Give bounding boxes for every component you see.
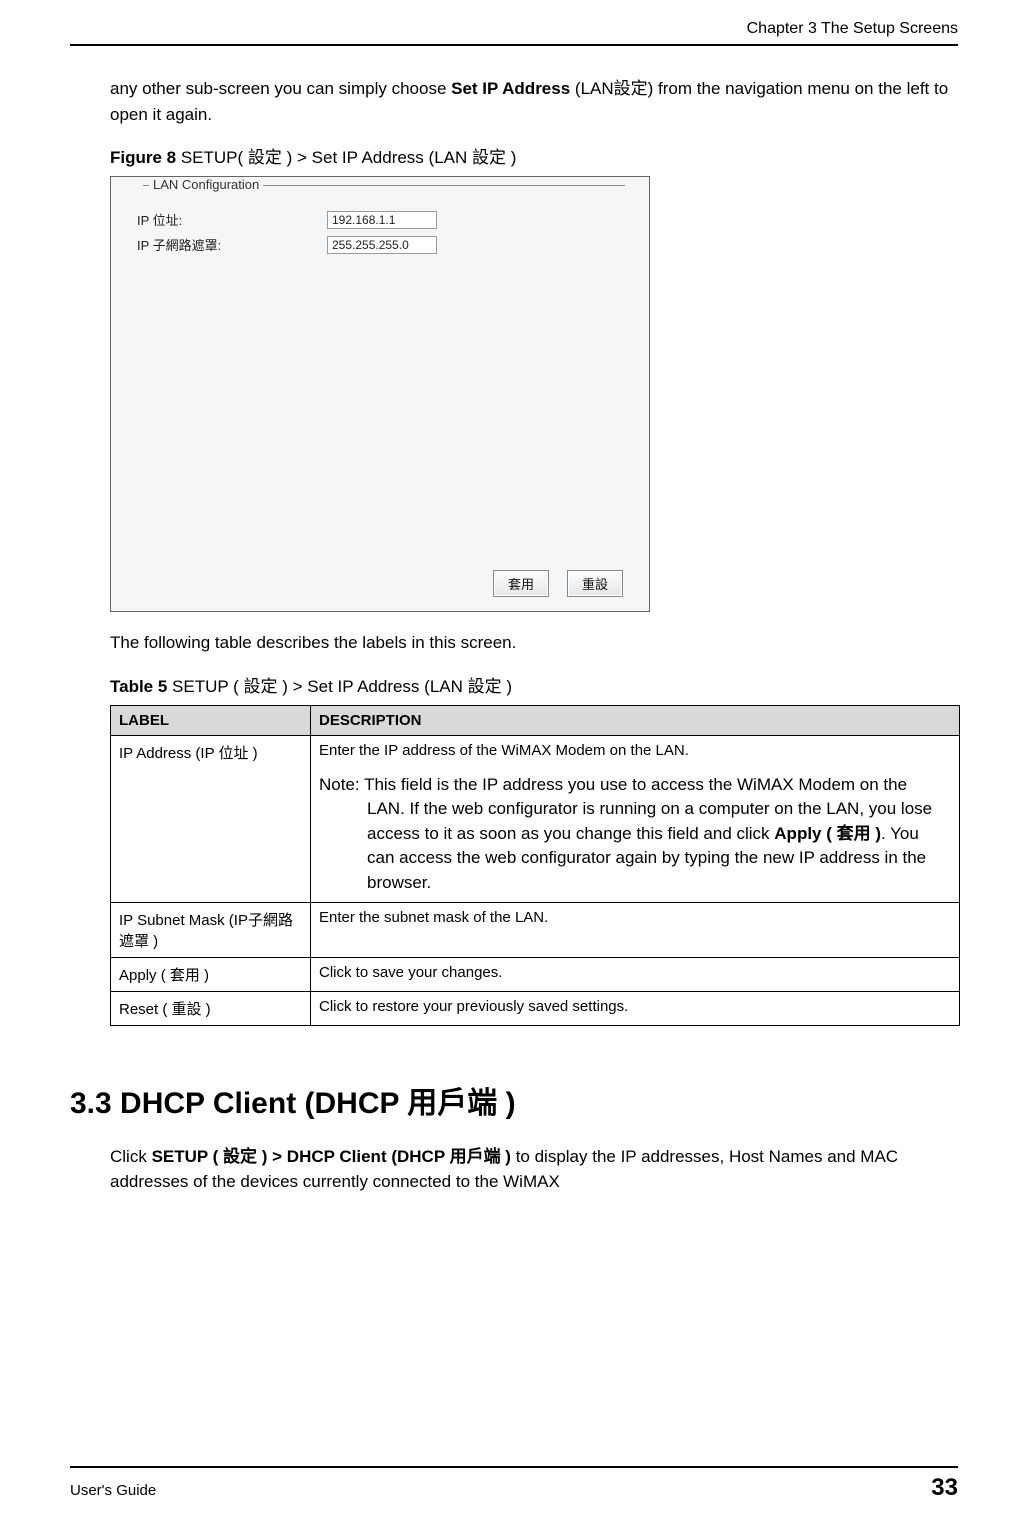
form-row-ip-address: IP 位址: 192.168.1.1 — [137, 210, 623, 229]
note-prefix: Note: — [319, 775, 364, 794]
figure-label: Figure 8 — [110, 148, 176, 167]
figure-caption-text: SETUP( 設定 ) > Set IP Address (LAN 設定 ) — [176, 148, 516, 167]
table-row: IP Address (IP 位址 ) Enter the IP address… — [111, 735, 960, 902]
section-heading: 3.3 DHCP Client (DHCP 用戶端 ) — [70, 1078, 958, 1122]
ip-address-label: IP 位址: — [137, 210, 327, 229]
td-desc-subnet: Enter the subnet mask of the LAN. — [311, 902, 960, 957]
th-label: LABEL — [111, 705, 311, 735]
td-desc-ip-address: Enter the IP address of the WiMAX Modem … — [311, 735, 960, 902]
table-header-row: LABEL DESCRIPTION — [111, 705, 960, 735]
table-row: IP Subnet Mask (IP子網路遮罩 ) Enter the subn… — [111, 902, 960, 957]
intro-paragraph: any other sub-screen you can simply choo… — [110, 76, 958, 127]
fieldset-border: LAN Configuration — [143, 185, 625, 186]
page-number: 33 — [931, 1474, 958, 1502]
form-row-subnet-mask: IP 子網路遮罩: 255.255.255.0 — [137, 235, 623, 254]
section-number: 3.3 — [70, 1087, 112, 1120]
td-desc-apply: Click to save your changes. — [311, 957, 960, 991]
intro-bold1: Set IP Address — [451, 79, 570, 98]
section-paragraph: Click SETUP ( 設定 ) > DHCP Client (DHCP 用… — [110, 1144, 958, 1195]
sp-pre: Click — [110, 1147, 152, 1166]
footer-rule — [70, 1466, 958, 1468]
post-figure-paragraph: The following table describes the labels… — [110, 630, 958, 656]
table-row: Reset ( 重設 ) Click to restore your previ… — [111, 991, 960, 1025]
reset-button[interactable]: 重設 — [567, 570, 623, 597]
embedded-screenshot: LAN Configuration IP 位址: 192.168.1.1 IP … — [110, 176, 650, 612]
intro-bold2: 設定) — [614, 79, 654, 98]
apply-button[interactable]: 套用 — [493, 570, 549, 597]
th-description: DESCRIPTION — [311, 705, 960, 735]
td-label-ip-address: IP Address (IP 位址 ) — [111, 735, 311, 902]
footer-left: User's Guide — [70, 1482, 156, 1499]
table-row: Apply ( 套用 ) Click to save your changes. — [111, 957, 960, 991]
intro-mid: (LAN — [570, 79, 613, 98]
td-label-subnet: IP Subnet Mask (IP子網路遮罩 ) — [111, 902, 311, 957]
table-caption: Table 5 SETUP ( 設定 ) > Set IP Address (L… — [110, 672, 958, 697]
subnet-mask-label: IP 子網路遮罩: — [137, 235, 327, 254]
td-desc-reset: Click to restore your previously saved s… — [311, 991, 960, 1025]
td-label-reset: Reset ( 重設 ) — [111, 991, 311, 1025]
desc-line: Enter the IP address of the WiMAX Modem … — [319, 742, 689, 759]
table-label: Table 5 — [110, 677, 167, 696]
table-caption-text: SETUP ( 設定 ) > Set IP Address (LAN 設定 ) — [167, 677, 512, 696]
td-label-apply: Apply ( 套用 ) — [111, 957, 311, 991]
fieldset-legend: LAN Configuration — [149, 177, 263, 192]
section-title: DHCP Client (DHCP 用戶端 ) — [112, 1087, 516, 1120]
figure-caption: Figure 8 SETUP( 設定 ) > Set IP Address (L… — [110, 143, 958, 168]
sp-bold: SETUP ( 設定 ) > DHCP Client (DHCP 用戶端 ) — [152, 1147, 511, 1166]
desc-note: Note: This field is the IP address you u… — [319, 773, 951, 896]
intro-pre: any other sub-screen you can simply choo… — [110, 79, 451, 98]
page-footer: User's Guide 33 — [70, 1474, 958, 1502]
ip-address-input[interactable]: 192.168.1.1 — [327, 211, 437, 229]
header-rule — [70, 44, 958, 46]
subnet-mask-input[interactable]: 255.255.255.0 — [327, 236, 437, 254]
labels-table: LABEL DESCRIPTION IP Address (IP 位址 ) En… — [110, 705, 960, 1026]
running-header: Chapter 3 The Setup Screens — [70, 20, 958, 44]
note-bold: Apply ( 套用 ) — [774, 824, 881, 843]
